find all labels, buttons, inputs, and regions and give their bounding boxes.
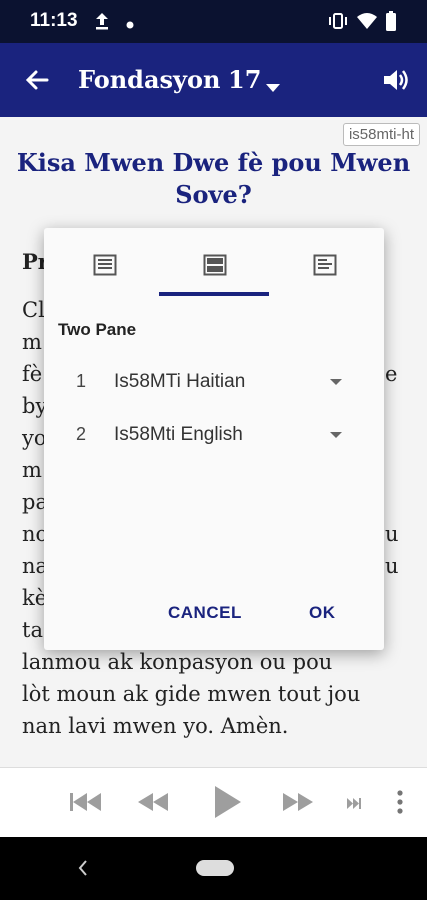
back-arrow-icon[interactable]	[25, 69, 49, 96]
tab-two-pane[interactable]	[159, 228, 269, 296]
version-select-value[interactable]: Is58MTi Haitian	[114, 371, 245, 393]
chevron-down-icon[interactable]	[330, 432, 342, 438]
version-select-value[interactable]: Is58Mti English	[114, 424, 243, 446]
vibrate-icon	[328, 11, 348, 36]
skip-next-small-icon[interactable]	[347, 796, 361, 814]
text-line: ta	[22, 618, 43, 642]
tab-single-pane[interactable]	[49, 228, 159, 296]
rewind-icon[interactable]	[138, 792, 170, 817]
text-line: Cl	[22, 298, 45, 322]
row-number: 2	[76, 424, 87, 444]
text-line: yo	[22, 426, 47, 450]
chapter-number[interactable]: 17	[228, 65, 261, 94]
text-line: m	[22, 330, 42, 354]
two-pane-icon	[203, 254, 227, 276]
cancel-button[interactable]: CANCEL	[168, 603, 242, 623]
tab-verse-by-verse[interactable]	[269, 228, 379, 296]
volume-icon[interactable]	[382, 67, 410, 98]
nav-home-pill[interactable]	[196, 860, 234, 876]
text-line: lanmou ak konpasyon ou pou	[22, 650, 333, 674]
text-line: m	[22, 458, 42, 482]
ok-button[interactable]: OK	[309, 603, 336, 623]
system-nav-bar	[0, 837, 427, 900]
layout-dialog: Two Pane 1 Is58MTi Haitian 2 Is58Mti Eng…	[44, 228, 384, 650]
status-time: 11:13	[30, 10, 78, 31]
wifi-icon	[356, 11, 378, 36]
text-line-tail: u	[385, 554, 399, 578]
upload-icon	[93, 11, 111, 36]
fast-forward-icon[interactable]	[283, 792, 315, 817]
chevron-down-icon[interactable]	[330, 379, 342, 385]
audio-player-bar	[0, 767, 427, 838]
single-pane-icon	[93, 254, 117, 276]
version-row-1[interactable]: 1 Is58MTi Haitian	[44, 363, 384, 403]
book-title[interactable]: Fondasyon	[78, 65, 220, 94]
status-bar: 11:13	[0, 0, 427, 43]
dot-icon	[126, 16, 134, 34]
dialog-title: Two Pane	[58, 320, 137, 339]
selected-tab-indicator	[159, 292, 269, 296]
battery-icon	[385, 11, 397, 38]
skip-previous-icon[interactable]	[70, 792, 104, 817]
text-line: nan lavi mwen yo. Amèn.	[22, 714, 289, 738]
version-tag[interactable]: is58mti-ht	[342, 123, 420, 146]
dropdown-caret-icon[interactable]	[266, 79, 280, 97]
play-icon[interactable]	[215, 786, 241, 823]
text-line-tail: e	[385, 362, 398, 386]
page-heading: Kisa Mwen Dwe fè pou Mwen Sove?	[16, 148, 411, 209]
verse-list-icon	[313, 254, 337, 276]
version-row-2[interactable]: 2 Is58Mti English	[44, 416, 384, 456]
text-line-tail: u	[385, 522, 399, 546]
row-number: 1	[76, 371, 87, 391]
app-bar: Fondasyon 17	[0, 43, 427, 117]
more-vert-icon[interactable]	[397, 790, 403, 819]
text-line: lòt moun ak gide mwen tout jou	[22, 682, 361, 706]
text-line: fè	[22, 362, 43, 386]
nav-back-icon[interactable]	[78, 860, 88, 881]
